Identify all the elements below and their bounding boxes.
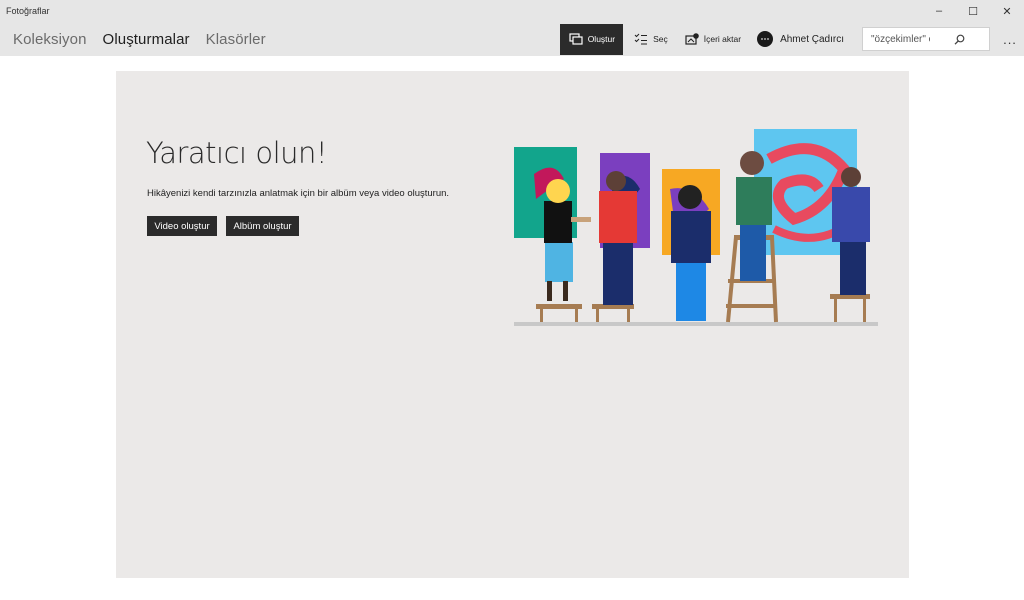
close-button[interactable]: ✕ [990,0,1024,22]
search-input[interactable]: "özçekimler" ögesini [862,27,990,51]
minimize-button[interactable]: – [922,0,956,22]
hero-subtitle: Hikâyenizi kendi tarzınızla anlatmak içi… [147,188,450,199]
tab-folders[interactable]: Klasörler [206,31,266,48]
create-album-button[interactable]: Albüm oluştur [226,216,299,236]
creations-hero-panel: Yaratıcı olun! Hikâyenizi kendi tarzınız… [116,71,909,578]
select-list-icon [633,32,649,46]
import-label: İçeri aktar [703,34,742,44]
account-name: Ahmet Çadırcı [780,33,844,45]
avatar [757,31,774,47]
nav-tabs: Koleksiyon Oluşturmalar Klasörler [0,22,560,56]
search-icon[interactable] [930,34,989,45]
account-button[interactable]: Ahmet Çadırcı [749,23,852,55]
import-icon [684,32,700,46]
select-label: Seç [653,34,668,44]
photos-window: Fotoğraflar – ☐ ✕ Koleksiyon Oluşturmala… [0,0,1024,600]
command-bar: Koleksiyon Oluşturmalar Klasörler Oluştu… [0,22,1024,56]
create-icon [568,32,584,46]
search-text: "özçekimler" ögesini [871,33,930,45]
import-button[interactable]: İçeri aktar [676,23,749,55]
artists-painting-illustration [514,129,878,326]
create-button[interactable]: Oluştur [559,23,624,55]
title-bar: Fotoğraflar – ☐ ✕ [0,0,1024,22]
maximize-button[interactable]: ☐ [956,0,990,22]
create-video-button[interactable]: Video oluştur [147,216,217,236]
hero-title: Yaratıcı olun! [146,136,328,170]
select-button[interactable]: Seç [625,23,676,55]
create-label: Oluştur [587,34,616,44]
app-title: Fotoğraflar [6,6,50,16]
tab-creations[interactable]: Oluşturmalar [103,31,190,48]
more-options-button[interactable]: ... [996,32,1024,47]
tab-collection[interactable]: Koleksiyon [13,31,87,48]
